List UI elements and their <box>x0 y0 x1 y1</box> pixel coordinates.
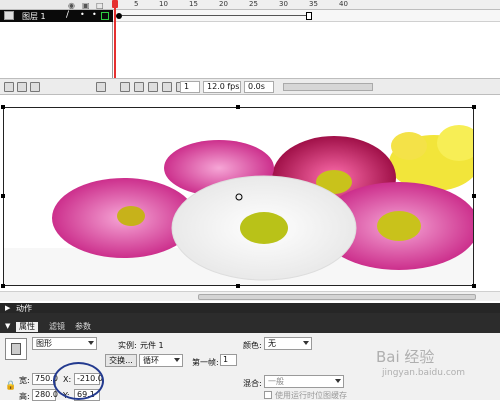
symbol-type-select[interactable]: 图形 <box>32 337 97 350</box>
flower-bouquet-image[interactable] <box>3 107 474 286</box>
loop-value: 循环 <box>143 356 159 365</box>
expand-arrow-icon: ▶ <box>5 304 11 312</box>
eye-icon[interactable]: ◉ <box>68 1 75 10</box>
onion-skin-icon[interactable] <box>134 82 144 92</box>
insert-folder-icon[interactable] <box>30 82 40 92</box>
lock-dot[interactable]: • <box>92 10 97 19</box>
resize-handle[interactable] <box>236 284 240 288</box>
frame-rate[interactable]: 12.0 fps <box>203 81 241 93</box>
resize-handle[interactable] <box>236 105 240 109</box>
width-label: 宽: <box>19 376 30 385</box>
ruler-tick: 25 <box>249 0 258 8</box>
timeline-toolbar: 1 12.0 fps 0.0s <box>0 78 500 95</box>
color-label: 颜色: <box>243 341 262 350</box>
blend-select[interactable]: 一般 <box>264 375 344 388</box>
frame-span <box>122 15 306 16</box>
layer-header: ◉ ▣ □ <box>0 0 113 10</box>
symbol-preview-icon <box>5 338 27 360</box>
lock-icon[interactable]: ▣ <box>82 1 90 10</box>
delete-layer-icon[interactable] <box>96 82 106 92</box>
collapse-arrow-icon[interactable]: ▼ <box>5 322 10 330</box>
ruler-tick: 15 <box>189 0 198 8</box>
outline-icon[interactable]: □ <box>96 1 104 10</box>
resize-handle[interactable] <box>1 105 5 109</box>
loop-select[interactable]: 循环 <box>139 354 183 367</box>
frame-ruler[interactable]: 5 10 15 20 25 30 35 40 <box>113 0 500 10</box>
symbol-type-value: 图形 <box>36 339 52 348</box>
color-value: 无 <box>268 339 276 348</box>
resize-handle[interactable] <box>472 105 476 109</box>
swap-button[interactable]: 交换... <box>105 354 137 367</box>
ruler-tick: 10 <box>159 0 168 8</box>
watermark-url: jingyan.baidu.com <box>382 368 466 378</box>
resize-handle[interactable] <box>472 194 476 198</box>
height-input[interactable]: 280.0 <box>32 389 58 401</box>
onion-outline-icon[interactable] <box>148 82 158 92</box>
resize-handle[interactable] <box>472 284 476 288</box>
tab-properties[interactable]: 属性 <box>16 322 38 332</box>
cache-checkbox-label: 使用运行时位图缓存 <box>275 391 347 400</box>
yellow-lily <box>389 125 473 191</box>
flower-bouquet-graphic <box>4 125 473 285</box>
cache-checkbox[interactable] <box>264 391 272 399</box>
layer-icon <box>4 11 14 20</box>
first-frame-input[interactable]: 1 <box>220 354 237 366</box>
watermark: Bai 经验 <box>376 348 435 366</box>
ruler-tick: 35 <box>309 0 318 8</box>
height-label: 高: <box>19 392 30 401</box>
actions-panel-header[interactable]: ▶ 动作 <box>0 303 500 313</box>
scrollbar-thumb[interactable] <box>198 294 476 300</box>
blend-label: 混合: <box>243 379 262 388</box>
keyframe-start[interactable] <box>116 13 122 19</box>
tab-filters[interactable]: 滤镜 <box>46 322 68 332</box>
instance-name: 元件 1 <box>140 341 164 350</box>
playhead-line[interactable] <box>114 0 116 78</box>
timeline-scrollbar[interactable] <box>283 83 373 91</box>
insert-layer-icon[interactable] <box>4 82 14 92</box>
add-guide-icon[interactable] <box>17 82 27 92</box>
ruler-tick: 30 <box>279 0 288 8</box>
color-select[interactable]: 无 <box>264 337 312 350</box>
layer-row[interactable]: 图层 1 / • • <box>0 10 113 22</box>
white-daisy <box>171 175 357 281</box>
ruler-tick: 5 <box>134 0 139 8</box>
elapsed-time: 0.0s <box>244 81 274 93</box>
resize-handle[interactable] <box>1 284 5 288</box>
outline-color-box[interactable] <box>101 12 109 20</box>
ruler-tick: 20 <box>219 0 228 8</box>
instance-label: 实例: <box>118 341 137 350</box>
edit-multiple-icon[interactable] <box>162 82 172 92</box>
highlight-annotation <box>53 362 104 400</box>
ruler-tick: 40 <box>339 0 348 8</box>
frame-track[interactable] <box>113 10 500 22</box>
center-frame-icon[interactable] <box>120 82 130 92</box>
layer-name[interactable]: 图层 1 <box>22 11 46 22</box>
tab-parameters[interactable]: 参数 <box>72 322 94 332</box>
blend-value: 一般 <box>268 377 284 386</box>
first-frame-label: 第一帧: <box>192 358 219 367</box>
resize-handle[interactable] <box>1 194 5 198</box>
keyframe-end[interactable] <box>306 12 312 20</box>
lock-ratio-icon[interactable]: 🔒 <box>5 381 16 391</box>
current-frame: 1 <box>180 81 200 93</box>
frame-grid <box>113 22 500 78</box>
pencil-icon: / <box>66 10 70 20</box>
visibility-dot[interactable]: • <box>80 10 85 19</box>
